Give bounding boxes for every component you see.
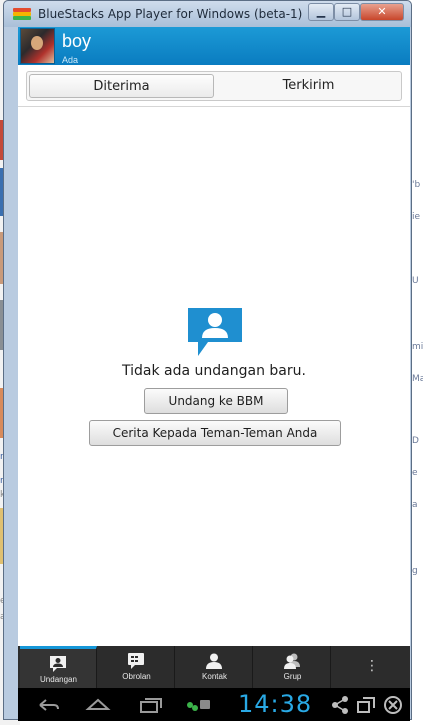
window-titlebar[interactable]: BlueStacks App Player for Windows (beta-… xyxy=(4,1,411,27)
background-text: U xyxy=(412,276,419,286)
tab-sent[interactable]: Terkirim xyxy=(216,74,401,98)
back-icon[interactable] xyxy=(34,695,62,715)
invite-to-bbm-button[interactable]: Undang ke BBM xyxy=(144,388,288,414)
chat-icon xyxy=(128,653,144,669)
android-system-bar: 14:38 xyxy=(18,688,410,721)
app-header: boy Ada xyxy=(18,27,410,65)
maximize-button[interactable]: □ xyxy=(334,3,360,21)
tab-received[interactable]: Diterima xyxy=(29,74,214,98)
background-text: 'b xyxy=(412,180,421,190)
contact-icon xyxy=(206,653,222,669)
divider xyxy=(18,106,410,107)
clock: 14:38 xyxy=(238,690,313,718)
exit-icon[interactable] xyxy=(382,695,404,715)
contact-card-icon xyxy=(188,308,242,356)
contact-name[interactable]: boy xyxy=(62,31,91,52)
window-title: BlueStacks App Player for Windows (beta-… xyxy=(38,7,303,21)
avatar[interactable] xyxy=(20,28,55,64)
tell-friends-button[interactable]: Cerita Kepada Teman-Teman Anda xyxy=(89,420,341,446)
background-text: D xyxy=(412,436,419,446)
bottom-tab-contacts[interactable]: Kontak xyxy=(176,646,253,688)
share-icon[interactable] xyxy=(330,695,350,715)
bottom-tab-label: Undangan xyxy=(40,675,77,684)
bluestacks-logo-icon xyxy=(13,8,31,20)
bottom-navigation: ••• Undangan Obro xyxy=(18,646,410,688)
group-icon xyxy=(284,653,300,669)
android-screen: boy Ada Diterima Terkirim Tidak ada unda… xyxy=(18,27,410,721)
emulator-window: BlueStacks App Player for Windows (beta-… xyxy=(3,0,412,721)
background-text: e xyxy=(412,468,418,478)
contact-status: Ada xyxy=(62,55,79,65)
window-mode-icon[interactable] xyxy=(356,695,376,715)
bottom-tab-label: Grup xyxy=(283,672,302,681)
close-button[interactable]: ✕ xyxy=(360,3,404,21)
bottom-tab-label: Kontak xyxy=(202,672,227,681)
bottom-tab-groups[interactable]: Grup xyxy=(254,646,331,688)
bottom-tab-chats[interactable]: Obrolan xyxy=(98,646,175,688)
empty-message: Tidak ada undangan baru. xyxy=(122,363,306,379)
background-text: a xyxy=(412,500,418,510)
recent-apps-icon[interactable] xyxy=(136,695,164,715)
notification-bbm-icon[interactable] xyxy=(184,695,212,715)
bottom-tab-invites[interactable]: Undangan xyxy=(20,646,97,688)
background-text: mi xyxy=(412,342,423,352)
background-text: g xyxy=(412,566,418,576)
background-text: Ma xyxy=(412,374,423,384)
invite-tabs: Diterima Terkirim xyxy=(26,71,402,101)
person-icon xyxy=(50,656,66,672)
bottom-tab-label: Obrolan xyxy=(122,672,151,681)
overflow-menu-icon[interactable]: ⋮ xyxy=(334,646,410,688)
background-text: ie xyxy=(412,212,421,222)
home-icon[interactable] xyxy=(84,695,112,715)
minimize-button[interactable]: ▁ xyxy=(308,3,334,21)
